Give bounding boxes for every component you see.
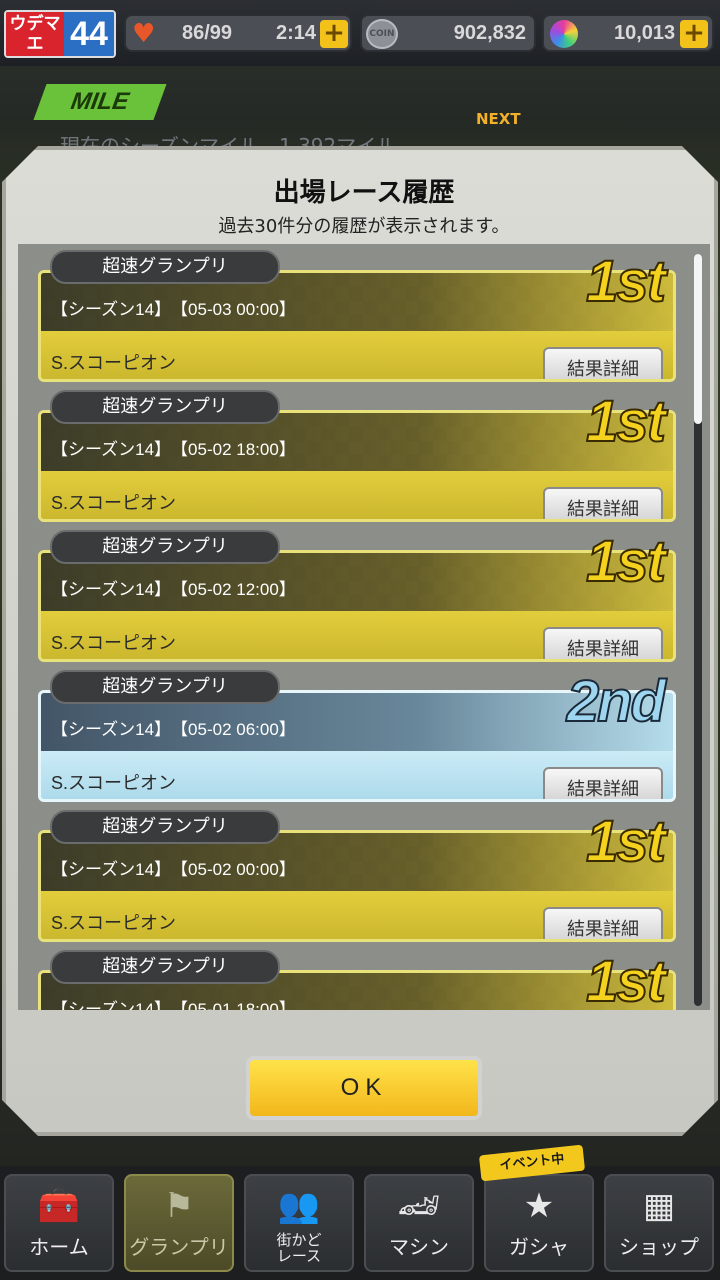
rank-value: 44 <box>64 12 114 56</box>
nav-gacha[interactable]: ★ ガシャ <box>484 1174 594 1272</box>
nav-label: ガシャ <box>509 1235 569 1259</box>
race-season-date: 【シーズン14】 【05-02 18:00】 <box>51 440 296 459</box>
race-season-date: 【シーズン14】 【05-02 12:00】 <box>51 580 296 599</box>
checkered-flag-icon: ⚑ <box>163 1186 195 1226</box>
result-detail-button[interactable]: 結果詳細 <box>543 767 663 799</box>
coin-meter: COIN 902,832 <box>360 14 536 52</box>
nav-label: グランプリ <box>129 1235 229 1259</box>
star-wreath-icon: ★ <box>523 1186 555 1226</box>
race-car-icon: 🏎 <box>397 1186 441 1226</box>
nav-grandprix[interactable]: ⚑ グランプリ <box>124 1174 234 1272</box>
stamina-timer: 2:14 <box>276 22 317 44</box>
race-season-date: 【シーズン14】 【05-03 00:00】 <box>51 300 296 319</box>
race-name-tab: 超速グランプリ <box>50 670 280 704</box>
gem-plus-button[interactable]: + <box>680 20 708 48</box>
race-history-item: 超速グランプリ【シーズン14】 【05-02 18:00】 S.スコーピオン 結果詳… <box>38 389 676 522</box>
race-card-body: 【シーズン14】 【05-02 00:00】 S.スコーピオン 結果詳細 <box>38 830 676 942</box>
race-name-tab: 超速グランプリ <box>50 950 280 984</box>
place-badge: 2nd <box>566 669 667 735</box>
building-icon: ▦ <box>642 1186 676 1226</box>
next-label: NEXT <box>476 110 521 128</box>
dialog-subtitle: 過去30件分の履歴が表示されます。 <box>218 216 510 237</box>
race-season-date: 【シーズン14】 【05-02 06:00】 <box>51 720 296 739</box>
race-history-dialog: 出場レース履歴 過去30件分の履歴が表示されます。 超速グランプリ 【シーズン14… <box>2 146 718 1136</box>
stamina-plus-button[interactable]: + <box>320 20 348 48</box>
race-season-date: 【シーズン14】 【05-02 00:00】 <box>51 860 296 879</box>
nav-machine[interactable]: 🏎 マシン <box>364 1174 474 1272</box>
result-detail-button[interactable]: 結果詳細 <box>543 347 663 379</box>
race-season-date: 【シーズン14】 【05-01 18:00】 <box>51 1000 296 1010</box>
ok-button[interactable]: OK <box>246 1056 482 1120</box>
dialog-title: 出場レース履歴 <box>273 178 455 208</box>
nav-label: 街かど レース <box>276 1231 322 1265</box>
rank-label: ウデマエ <box>6 12 64 56</box>
mile-logo: MILE <box>33 84 167 120</box>
place-badge: 1st <box>585 809 667 875</box>
machine-name: S.スコーピオン <box>51 633 177 653</box>
result-detail-button[interactable]: 結果詳細 <box>543 907 663 939</box>
place-badge: 1st <box>585 249 667 315</box>
place-badge: 1st <box>585 529 667 595</box>
nav-street-race[interactable]: 👥 街かど レース <box>244 1174 354 1272</box>
place-badge: 1st <box>585 949 667 1011</box>
nav-label: ショップ <box>619 1235 699 1259</box>
race-history-item: 超速グランプリ【シーズン14】 【05-01 18:00】S.スコーピオン結果詳… <box>38 949 676 1011</box>
nav-label: ホーム <box>29 1235 89 1259</box>
race-name-tab: 超速グランプリ <box>50 810 280 844</box>
race-history-list[interactable]: 超速グランプリ【シーズン14】 【05-01 18:00】S.スコーピオン結果詳… <box>18 244 710 1010</box>
race-history-item: 超速グランプリ【シーズン14】 【05-02 06:00】 S.スコーピオン 結果詳… <box>38 669 676 802</box>
scrollbar-thumb[interactable] <box>694 254 702 424</box>
toolbox-icon: 🧰 <box>37 1186 81 1226</box>
nav-shop[interactable]: ▦ ショップ <box>604 1174 714 1272</box>
machine-name: S.スコーピオン <box>51 773 177 793</box>
race-name-tab: 超速グランプリ <box>50 250 280 284</box>
race-history-item: 超速グランプリ【シーズン14】 【05-02 12:00】 S.スコーピオン 結果詳… <box>38 529 676 662</box>
heart-icon: ♥ <box>132 19 156 49</box>
race-history-item: 超速グランプリ【シーズン14】 【05-02 00:00】 S.スコーピオン 結果詳… <box>38 809 676 942</box>
bottom-navigation: 🧰 ホーム ⚑ グランプリ 👥 街かど レース 🏎 マシン ★ ガシャ ▦ ショップ <box>0 1166 720 1280</box>
race-name-tab: 超速グランプリ <box>50 390 280 424</box>
race-card-body: 【シーズン14】 【05-03 00:00】 S.スコーピオン 結果詳細 <box>38 270 676 382</box>
stamina-meter: ♥ 86/99 2:14 + <box>124 14 352 52</box>
gem-value: 10,013 <box>614 22 676 44</box>
nav-label: マシン <box>389 1235 449 1259</box>
stamina-value: 86/99 <box>182 22 233 44</box>
coin-icon: COIN <box>366 19 398 49</box>
race-history-item: 超速グランプリ【シーズン14】 【05-03 00:00】 S.スコーピオン 結果詳… <box>38 249 676 382</box>
scrollbar[interactable] <box>694 254 702 1006</box>
nav-home[interactable]: 🧰 ホーム <box>4 1174 114 1272</box>
result-detail-button[interactable]: 結果詳細 <box>543 487 663 519</box>
people-icon: 👥 <box>277 1186 321 1226</box>
result-detail-button[interactable]: 結果詳細 <box>543 627 663 659</box>
race-name-tab: 超速グランプリ <box>50 530 280 564</box>
place-badge: 1st <box>585 389 667 455</box>
gem-icon <box>550 20 578 48</box>
machine-name: S.スコーピオン <box>51 913 177 933</box>
machine-name: S.スコーピオン <box>51 493 177 513</box>
race-card-body: 【シーズン14】 【05-02 18:00】 S.スコーピオン 結果詳細 <box>38 410 676 522</box>
rank-badge: ウデマエ 44 <box>4 10 116 58</box>
race-card-body: 【シーズン14】 【05-02 12:00】 S.スコーピオン 結果詳細 <box>38 550 676 662</box>
machine-name: S.スコーピオン <box>51 353 177 373</box>
status-bar: ウデマエ 44 ♥ 86/99 2:14 + COIN 902,832 10,0… <box>0 0 720 66</box>
coin-value: 902,832 <box>453 22 526 44</box>
gem-meter: 10,013 + <box>542 14 714 52</box>
